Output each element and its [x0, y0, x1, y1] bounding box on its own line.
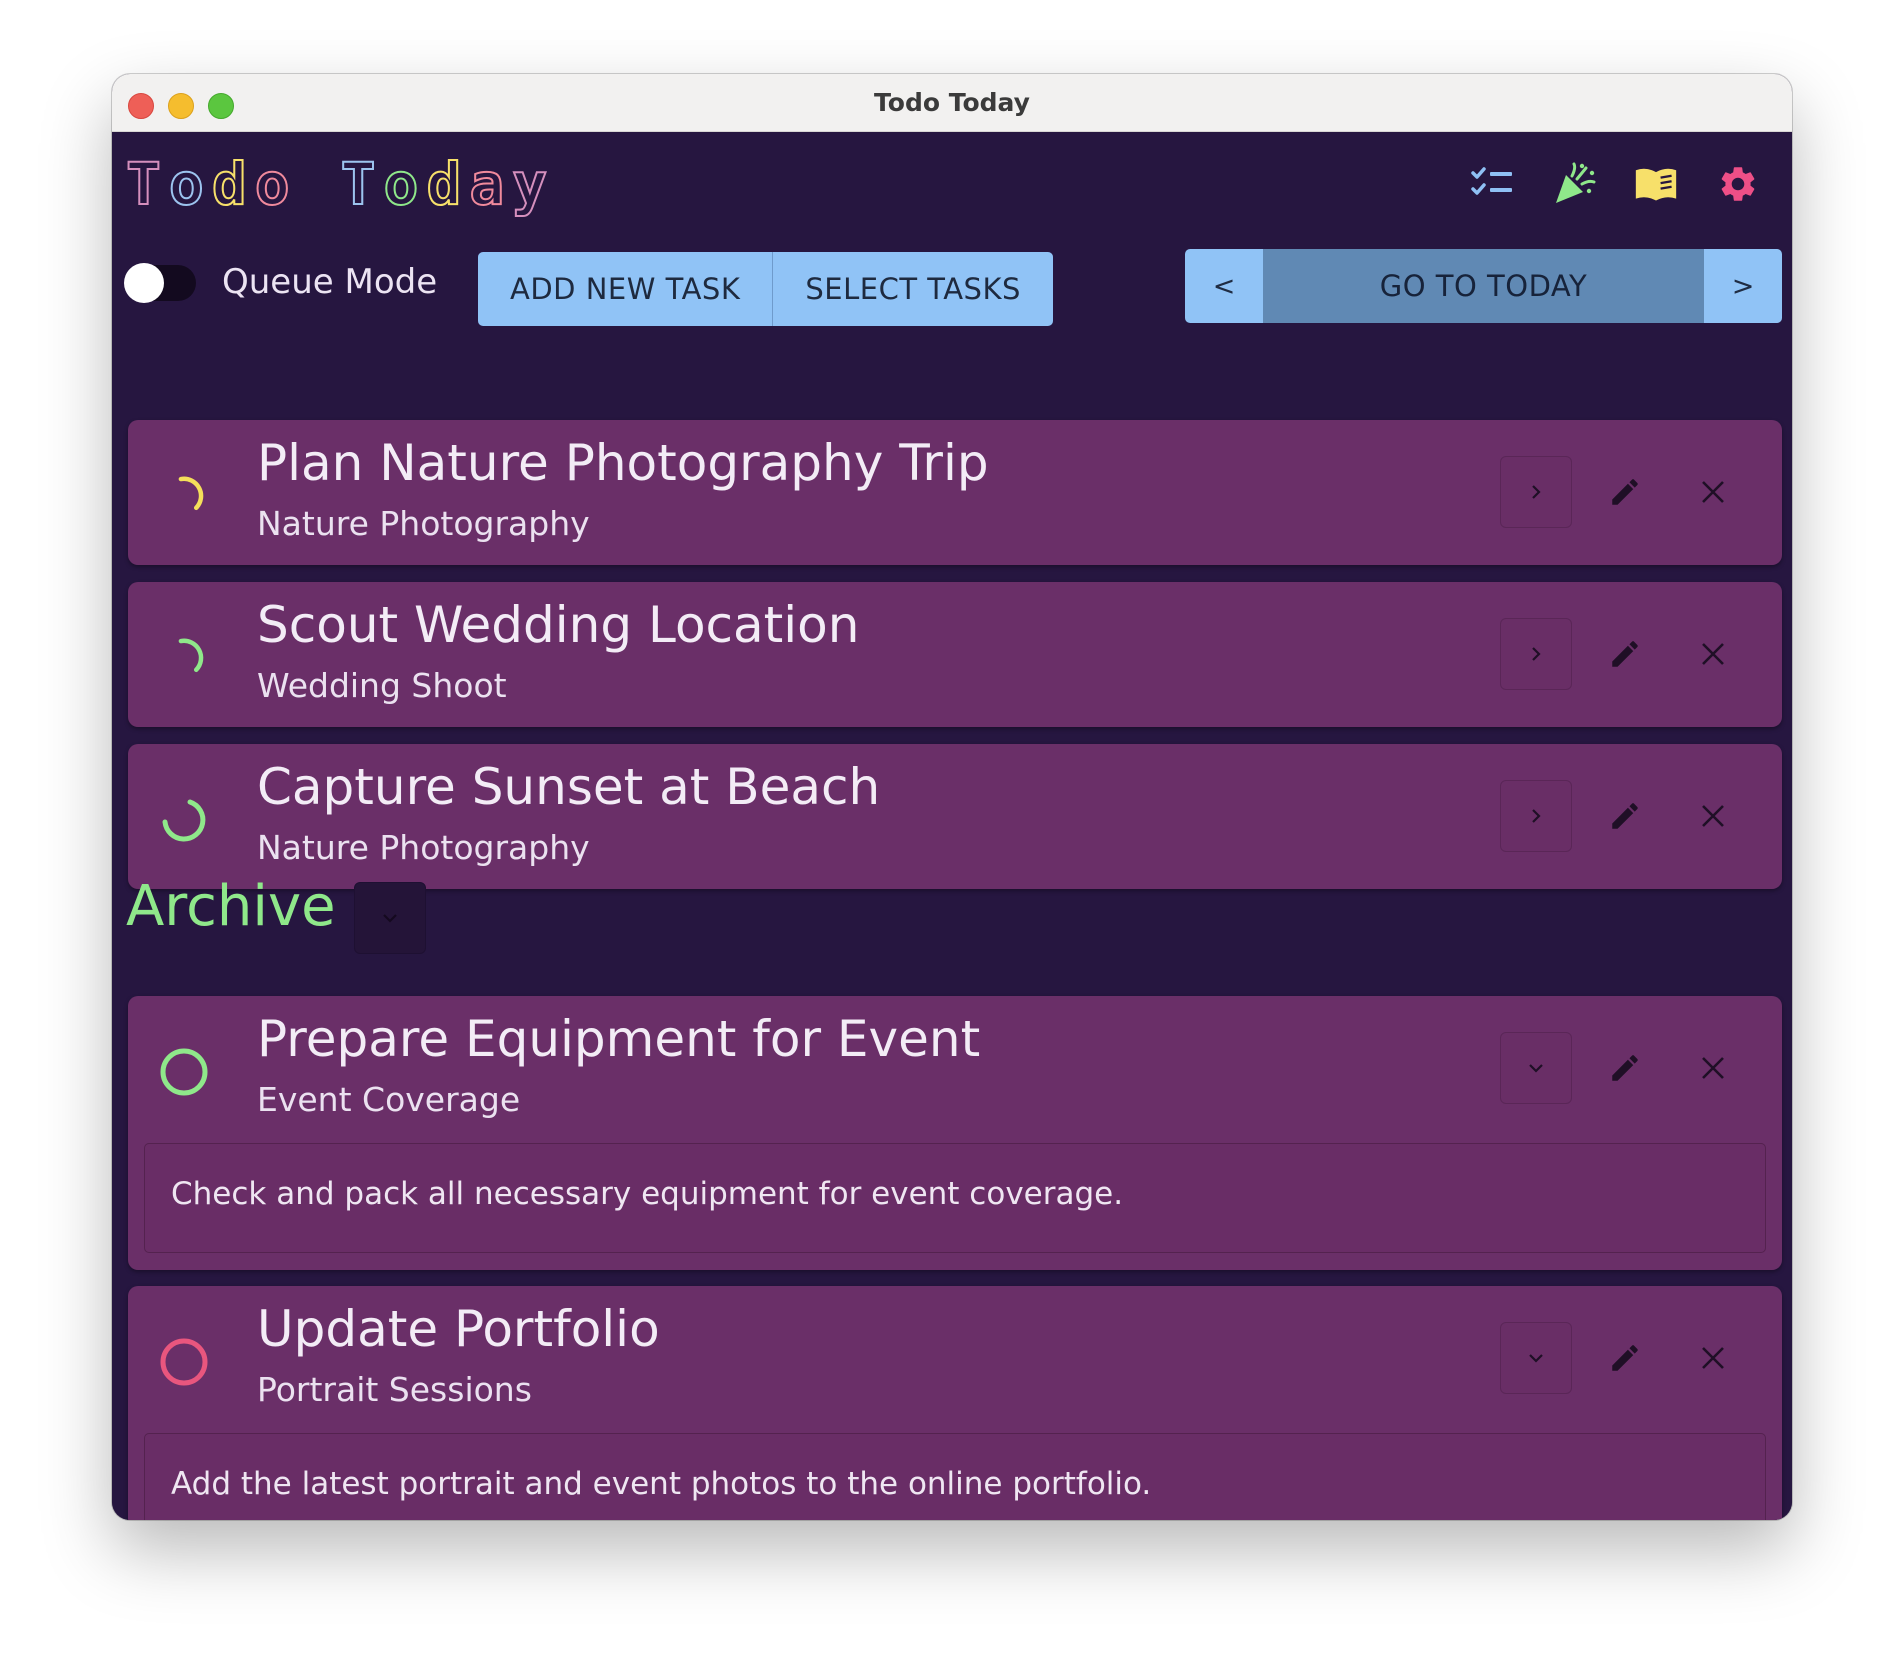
- task-status-circle[interactable]: [156, 1334, 212, 1390]
- task-title: Scout Wedding Location: [257, 596, 860, 654]
- delete-task-button[interactable]: [1693, 1048, 1733, 1088]
- task-description-text: Check and pack all necessary equipment f…: [171, 1176, 1124, 1212]
- close-icon: [1702, 1347, 1724, 1369]
- pencil-icon: [1612, 803, 1638, 829]
- task-status-circle[interactable]: [156, 1044, 212, 1100]
- archive-collapse-button[interactable]: [354, 882, 426, 954]
- chevron-right-icon: [1532, 809, 1541, 823]
- pencil-icon: [1612, 641, 1638, 667]
- chevron-down-icon: [1529, 1354, 1543, 1363]
- chevron-down-icon: [1529, 1064, 1543, 1073]
- archived-task-card[interactable]: Update Portfolio Portrait Sessions Add t…: [128, 1286, 1782, 1520]
- task-title: Capture Sunset at Beach: [257, 758, 881, 816]
- edit-task-button[interactable]: [1603, 794, 1647, 838]
- edit-task-button[interactable]: [1603, 1336, 1647, 1380]
- task-project: Wedding Shoot: [257, 666, 507, 705]
- checklist-icon[interactable]: [1470, 162, 1514, 206]
- task-project: Event Coverage: [257, 1080, 521, 1119]
- task-title: Prepare Equipment for Event: [257, 1010, 981, 1068]
- queue-mode-label: Queue Mode: [222, 262, 438, 302]
- go-to-today-button[interactable]: GO TO TODAY: [1263, 249, 1704, 323]
- pencil-icon: [1612, 479, 1638, 505]
- logo-letter: a: [468, 149, 513, 219]
- close-icon: [1702, 805, 1724, 827]
- app-window: Todo Today Todo Today Queue Mode ADD NEW…: [112, 74, 1792, 1520]
- delete-task-button[interactable]: [1693, 472, 1733, 512]
- logo-letter: T: [340, 149, 384, 219]
- task-project: Portrait Sessions: [257, 1370, 532, 1409]
- add-new-task-button[interactable]: ADD NEW TASK: [478, 252, 773, 326]
- logo-letter: o: [168, 149, 212, 219]
- logo-letter: d: [211, 149, 255, 219]
- logo-letter: T: [125, 149, 169, 219]
- task-progress-indicator[interactable]: [156, 630, 212, 686]
- edit-task-button[interactable]: [1603, 470, 1647, 514]
- pencil-icon: [1612, 1345, 1638, 1371]
- task-progress-indicator[interactable]: [156, 468, 212, 524]
- delete-task-button[interactable]: [1693, 796, 1733, 836]
- task-progress-indicator[interactable]: [156, 792, 212, 848]
- close-icon: [1702, 1057, 1724, 1079]
- task-project: Nature Photography: [257, 504, 590, 543]
- chevron-right-icon: [1532, 647, 1541, 661]
- close-icon: [1702, 481, 1724, 503]
- archive-heading: Archive: [126, 874, 336, 939]
- archived-task-card[interactable]: Prepare Equipment for Event Event Covera…: [128, 996, 1782, 1270]
- next-day-button[interactable]: >: [1704, 249, 1782, 323]
- title-bar: Todo Today: [112, 74, 1792, 132]
- task-project: Nature Photography: [257, 828, 590, 867]
- select-tasks-button[interactable]: SELECT TASKS: [772, 252, 1053, 326]
- delete-task-button[interactable]: [1693, 634, 1733, 674]
- pencil-icon: [1612, 1055, 1638, 1081]
- chevron-down-icon: [383, 914, 397, 923]
- logo-letter: o: [383, 149, 427, 219]
- collapse-task-button[interactable]: [1500, 1322, 1572, 1394]
- delete-task-button[interactable]: [1693, 1338, 1733, 1378]
- task-action-buttons: ADD NEW TASK SELECT TASKS: [478, 252, 1053, 326]
- window-title: Todo Today: [874, 88, 1030, 117]
- task-description: Add the latest portrait and event photos…: [144, 1433, 1766, 1520]
- close-icon: [1702, 643, 1724, 665]
- chevron-right-icon: [1532, 485, 1541, 499]
- app-content: Todo Today Queue Mode ADD NEW TASK SELEC…: [112, 132, 1792, 1520]
- task-title: Update Portfolio: [257, 1300, 660, 1358]
- header-icons: [1470, 162, 1760, 206]
- open-task-button[interactable]: [1500, 618, 1572, 690]
- open-task-button[interactable]: [1500, 780, 1572, 852]
- logo-letter: [298, 150, 341, 218]
- gear-icon[interactable]: [1716, 162, 1760, 206]
- queue-mode-toggle[interactable]: [124, 263, 196, 303]
- date-navigation: < GO TO TODAY >: [1185, 249, 1782, 323]
- task-description-text: Add the latest portrait and event photos…: [171, 1466, 1152, 1502]
- task-card[interactable]: Capture Sunset at Beach Nature Photograp…: [128, 744, 1782, 889]
- task-description: Check and pack all necessary equipment f…: [144, 1143, 1766, 1253]
- party-popper-icon[interactable]: [1552, 162, 1596, 206]
- logo-letter: o: [254, 149, 298, 219]
- app-logo: Todo Today: [125, 149, 556, 219]
- task-title: Plan Nature Photography Trip: [257, 434, 989, 492]
- open-task-button[interactable]: [1500, 456, 1572, 528]
- logo-letter: d: [425, 149, 470, 219]
- toggle-knob: [124, 263, 164, 303]
- edit-task-button[interactable]: [1603, 632, 1647, 676]
- task-card[interactable]: Plan Nature Photography Trip Nature Phot…: [128, 420, 1782, 565]
- task-card[interactable]: Scout Wedding Location Wedding Shoot: [128, 582, 1782, 727]
- logo-letter: y: [511, 149, 556, 219]
- collapse-task-button[interactable]: [1500, 1032, 1572, 1104]
- edit-task-button[interactable]: [1603, 1046, 1647, 1090]
- book-icon[interactable]: [1634, 162, 1678, 206]
- previous-day-button[interactable]: <: [1185, 249, 1263, 323]
